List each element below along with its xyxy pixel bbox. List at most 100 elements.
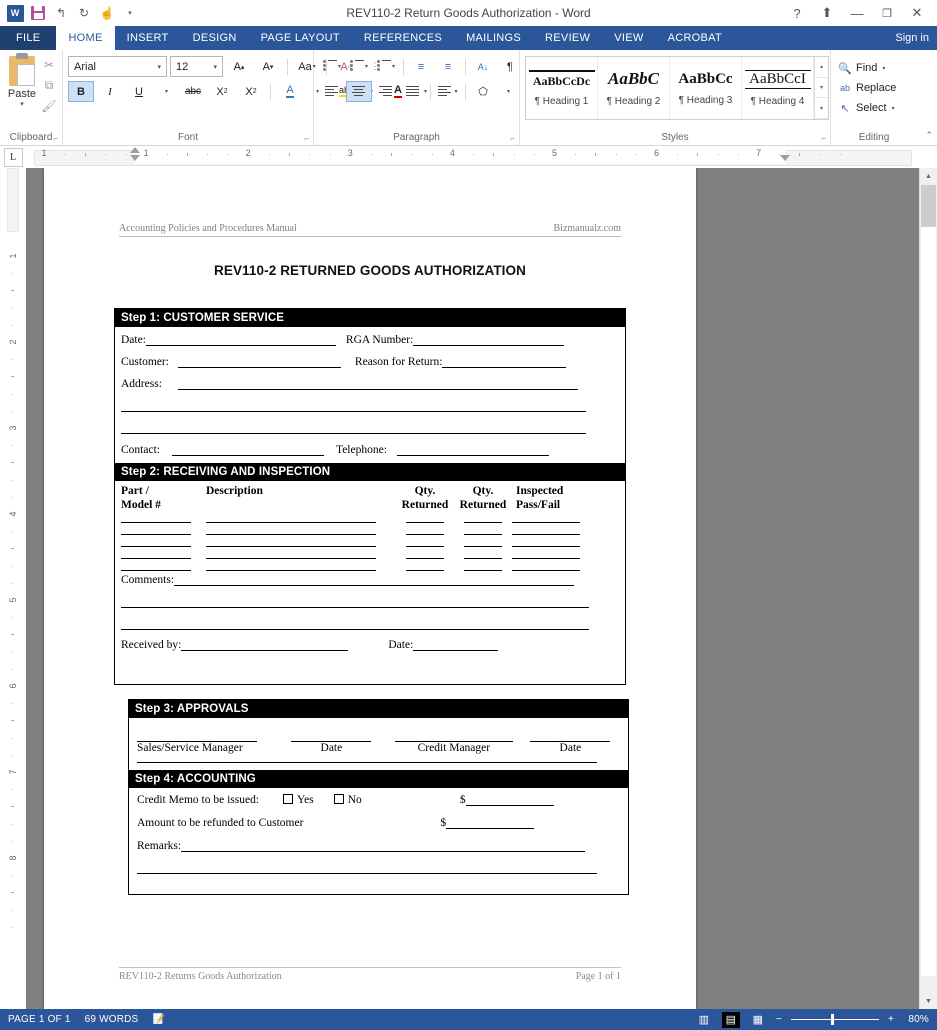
styles-dialog-launcher[interactable]: ⌐ — [821, 134, 826, 143]
customize-qat-icon[interactable]: ▾ — [120, 3, 140, 23]
customer-input-line[interactable] — [177, 355, 341, 368]
entry-input-line[interactable] — [464, 569, 502, 572]
tab-stop-selector[interactable]: L — [0, 146, 26, 168]
align-left-button[interactable] — [319, 81, 345, 102]
scroll-up-arrow[interactable]: ▲ — [920, 168, 937, 184]
contact-input-line[interactable] — [171, 443, 324, 456]
zoom-level-label[interactable]: 80% — [903, 1014, 929, 1025]
font-family-combo[interactable]: Arial ▾ — [68, 56, 167, 77]
close-button[interactable]: ✕ — [903, 2, 931, 24]
right-indent-marker[interactable] — [779, 155, 790, 161]
first-line-indent-marker[interactable] — [129, 147, 140, 153]
multilevel-list-button[interactable]: ▾ — [373, 56, 399, 77]
collapse-ribbon-icon[interactable]: ⌃ — [925, 130, 933, 141]
entry-input-line[interactable] — [406, 533, 444, 536]
copy-icon[interactable]: ⧉ — [41, 78, 57, 93]
align-right-button[interactable] — [373, 81, 399, 102]
tab-page-layout[interactable]: PAGE LAYOUT — [249, 26, 352, 50]
credit-manager-sign-line[interactable] — [394, 730, 513, 742]
entry-input-line[interactable] — [121, 557, 191, 560]
zoom-slider-thumb[interactable] — [830, 1014, 834, 1025]
shading-dropdown-arrow[interactable]: ▾ — [497, 81, 519, 102]
no-checkbox[interactable] — [333, 794, 344, 804]
sign-in-link[interactable]: Sign in — [895, 26, 937, 50]
remarks-input-line-1[interactable] — [181, 839, 586, 852]
grow-font-button[interactable]: A ▴ — [226, 56, 252, 77]
word-count-status[interactable]: 69 WORDS — [85, 1014, 139, 1025]
tab-home[interactable]: HOME — [56, 26, 115, 50]
entry-input-line[interactable] — [406, 557, 444, 560]
cut-icon[interactable]: ✂ — [41, 58, 57, 72]
styles-gallery-scroll[interactable]: ▴ ▾ ▾ — [814, 57, 828, 120]
format-painter-icon[interactable]: 🖌 — [41, 99, 57, 113]
shading-icon[interactable]: ⬠ — [470, 81, 496, 102]
sort-button[interactable]: A↓ — [470, 56, 496, 77]
print-layout-icon[interactable]: ▤ — [721, 1011, 740, 1028]
entry-input-line[interactable] — [406, 521, 444, 524]
entry-input-line[interactable] — [206, 545, 376, 548]
entry-input-line[interactable] — [121, 545, 191, 548]
document-canvas[interactable]: Accounting Policies and Procedures Manua… — [26, 168, 919, 1009]
credit-memo-yes[interactable]: Yes — [283, 794, 314, 806]
credit-date-line[interactable] — [530, 730, 611, 742]
credit-memo-no[interactable]: No — [333, 794, 362, 806]
underline-dropdown-arrow[interactable]: ▾ — [155, 81, 177, 102]
page-count-status[interactable]: PAGE 1 OF 1 — [8, 1014, 71, 1025]
entry-input-line[interactable] — [512, 545, 580, 548]
style-heading-4[interactable]: AaBbCcI ¶ Heading 4 — [742, 57, 814, 119]
shrink-font-button[interactable]: A ▾ — [255, 56, 281, 77]
find-button[interactable]: 🔍 Find ▾ — [836, 58, 885, 78]
vertical-ruler[interactable]: 1 2 3 4 5 6 7 8 — [0, 168, 26, 1009]
tab-review[interactable]: REVIEW — [533, 26, 602, 50]
entry-input-line[interactable] — [206, 533, 376, 536]
select-button[interactable]: ↖ Select ▾ — [836, 98, 894, 118]
paste-button[interactable]: Paste ▾ — [5, 53, 39, 108]
tab-mailings[interactable]: MAILINGS — [454, 26, 533, 50]
sales-manager-sign-line[interactable] — [137, 730, 257, 742]
save-icon[interactable] — [28, 3, 48, 23]
received-by-input-line[interactable] — [181, 638, 349, 652]
address-input-line-1[interactable] — [177, 377, 578, 390]
tab-file[interactable]: FILE — [0, 26, 57, 50]
entry-input-line[interactable] — [206, 569, 376, 572]
horizontal-ruler[interactable]: 1 1 2 3 4 5 6 7 — [26, 146, 920, 168]
remarks-input-line-2[interactable] — [137, 861, 597, 874]
style-heading-3[interactable]: AaBbCc ¶ Heading 3 — [670, 57, 742, 119]
styles-scroll-down-icon[interactable]: ▾ — [815, 78, 828, 99]
entry-input-line[interactable] — [464, 533, 502, 536]
entry-input-line[interactable] — [512, 533, 580, 536]
zoom-out-button[interactable]: − — [776, 1014, 782, 1025]
refund-amount-line[interactable] — [446, 816, 535, 829]
entry-input-line[interactable] — [512, 521, 580, 524]
tab-view[interactable]: VIEW — [602, 26, 655, 50]
bold-button[interactable]: B — [68, 81, 94, 102]
proofing-errors-icon[interactable]: 📝 — [152, 1014, 165, 1025]
scrollbar-thumb[interactable] — [921, 185, 936, 227]
rga-number-input-line[interactable] — [413, 333, 565, 346]
credit-memo-amount-line[interactable] — [465, 793, 554, 806]
undo-icon[interactable]: ↰ — [51, 3, 71, 23]
style-heading-2[interactable]: AaBbC ¶ Heading 2 — [598, 57, 670, 119]
paste-dropdown-arrow[interactable]: ▾ — [20, 100, 24, 108]
hanging-indent-marker[interactable] — [129, 155, 140, 161]
justify-button[interactable] — [400, 81, 426, 102]
web-layout-icon[interactable]: ▦ — [749, 1012, 767, 1028]
entry-input-line[interactable] — [464, 521, 502, 524]
tab-design[interactable]: DESIGN — [181, 26, 249, 50]
clipboard-dialog-launcher[interactable]: ⌐ — [53, 134, 58, 143]
styles-scroll-up-icon[interactable]: ▴ — [815, 57, 828, 78]
entry-input-line[interactable] — [406, 545, 444, 548]
entry-input-line[interactable] — [512, 557, 580, 560]
comments-input-line-1[interactable] — [174, 573, 575, 587]
find-dropdown-arrow[interactable]: ▾ — [882, 65, 885, 72]
touch-mode-icon[interactable]: ☝ — [97, 3, 117, 23]
entry-input-line[interactable] — [406, 569, 444, 572]
underline-button[interactable]: U — [126, 81, 152, 102]
replace-button[interactable]: ab Replace — [836, 78, 896, 98]
sales-date-line[interactable] — [291, 730, 372, 742]
line-spacing-button[interactable]: ▾ — [435, 81, 461, 102]
tab-insert[interactable]: INSERT — [115, 26, 181, 50]
comments-input-line-3[interactable] — [121, 617, 589, 631]
entry-input-line[interactable] — [121, 569, 191, 572]
numbering-button[interactable]: ▾ — [346, 56, 372, 77]
